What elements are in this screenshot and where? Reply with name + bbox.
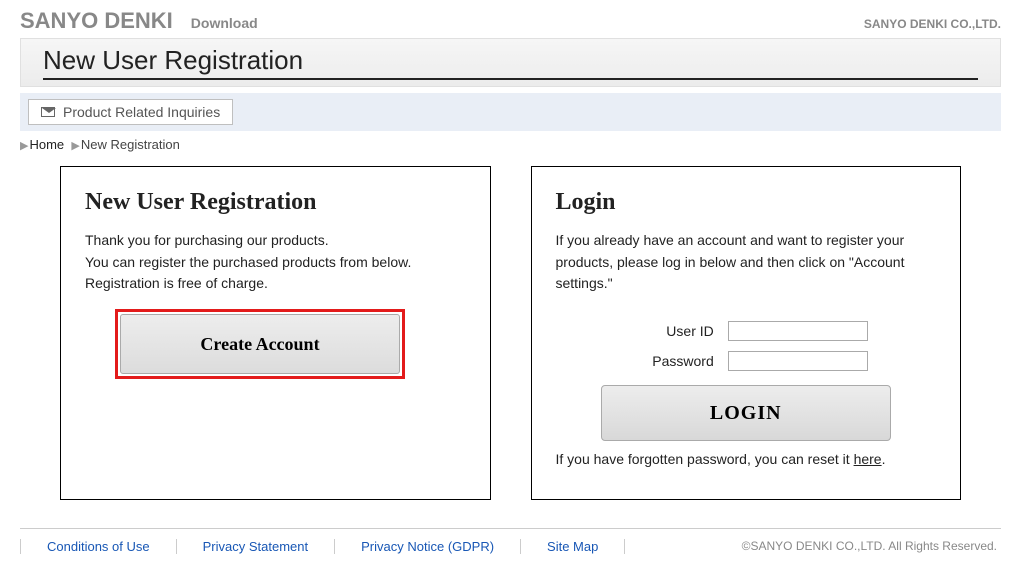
header-subtitle: Download xyxy=(191,15,258,31)
page-title: New User Registration xyxy=(43,45,978,80)
login-heading: Login xyxy=(556,189,937,216)
create-account-button[interactable]: Create Account xyxy=(120,314,400,374)
password-input[interactable] xyxy=(728,351,868,371)
triangle-icon: ▶ xyxy=(71,140,79,152)
breadcrumb: ▶Home ▶New Registration xyxy=(20,137,1001,152)
footer-copyright: ©SANYO DENKI CO.,LTD. All Rights Reserve… xyxy=(742,539,1001,553)
create-account-highlight: Create Account xyxy=(115,309,405,379)
login-button[interactable]: LOGIN xyxy=(601,385,891,441)
forgot-text: If you have forgotten password, you can … xyxy=(556,451,854,467)
registration-text-1: Thank you for purchasing our products. xyxy=(85,230,466,252)
forgot-password-link[interactable]: here xyxy=(854,451,882,467)
login-intro: If you already have an account and want … xyxy=(556,230,937,295)
userid-input[interactable] xyxy=(728,321,868,341)
breadcrumb-home[interactable]: Home xyxy=(29,137,64,152)
footer-link-privacy[interactable]: Privacy Statement xyxy=(177,539,336,554)
registration-heading: New User Registration xyxy=(85,189,466,216)
registration-text-3: Registration is free of charge. xyxy=(85,273,466,295)
userid-label: User ID xyxy=(624,323,714,339)
product-inquiries-button[interactable]: Product Related Inquiries xyxy=(28,99,233,125)
logo: SANYO DENKI xyxy=(20,8,173,34)
triangle-icon: ▶ xyxy=(20,140,28,152)
breadcrumb-current: New Registration xyxy=(81,137,180,152)
password-label: Password xyxy=(624,353,714,369)
login-panel: Login If you already have an account and… xyxy=(531,166,962,500)
forgot-text-post: . xyxy=(882,451,886,467)
footer-link-gdpr[interactable]: Privacy Notice (GDPR) xyxy=(335,539,521,554)
registration-text-2: You can register the purchased products … xyxy=(85,252,466,274)
mail-icon xyxy=(41,107,55,117)
product-inquiries-label: Product Related Inquiries xyxy=(63,104,220,120)
header-company: SANYO DENKI CO.,LTD. xyxy=(864,17,1001,31)
footer-link-sitemap[interactable]: Site Map xyxy=(521,539,625,554)
registration-panel: New User Registration Thank you for purc… xyxy=(60,166,491,500)
footer-link-conditions[interactable]: Conditions of Use xyxy=(20,539,177,554)
